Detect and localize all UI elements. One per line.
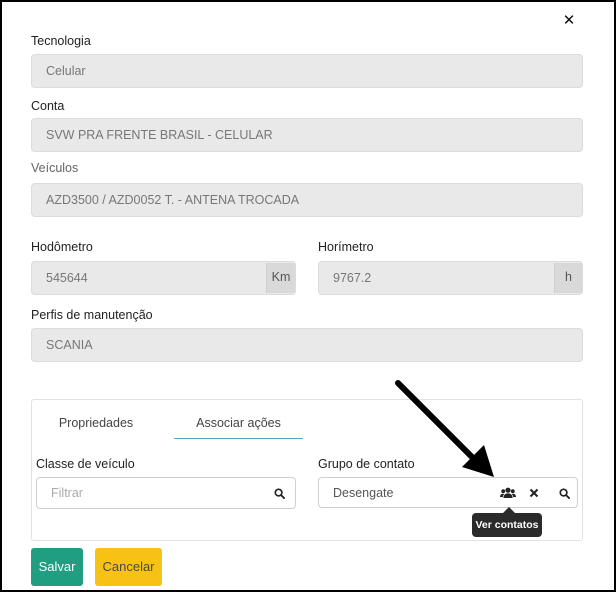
save-button[interactable]: Salvar (31, 548, 83, 586)
horimetro-field: 9767.2 (318, 261, 583, 295)
clear-icon[interactable] (523, 482, 545, 504)
users-icon[interactable] (497, 482, 519, 504)
tab-active-indicator (174, 438, 303, 439)
grupo-contato-label: Grupo de contato (318, 457, 415, 471)
hodometro-unit: Km (266, 263, 295, 293)
close-icon[interactable]: ✕ (560, 12, 578, 30)
veiculos-label: Veículos (31, 161, 79, 175)
classe-veiculo-placeholder: Filtrar (51, 486, 83, 500)
hodometro-field: 545644 (31, 261, 296, 295)
ver-contatos-tooltip: Ver contatos (472, 513, 542, 537)
hodometro-label: Hodômetro (31, 240, 93, 254)
search-icon[interactable] (553, 482, 575, 504)
tecnologia-label: Tecnologia (31, 34, 91, 48)
hodometro-value: 545644 (46, 271, 88, 285)
perfis-field: SCANIA (31, 328, 583, 362)
horimetro-unit: h (554, 263, 582, 293)
search-icon[interactable] (268, 482, 290, 504)
conta-label: Conta (31, 99, 65, 113)
classe-veiculo-input[interactable]: Filtrar (36, 477, 296, 509)
horimetro-value: 9767.2 (333, 271, 372, 285)
classe-veiculo-label: Classe de veículo (36, 457, 135, 471)
tab-propriedades[interactable]: Propriedades (46, 416, 146, 430)
conta-field: SVW PRA FRENTE BRASIL - CELULAR (31, 118, 583, 152)
veiculos-field: AZD3500 / AZD0052 T. - ANTENA TROCADA (31, 183, 583, 217)
horimetro-label: Horímetro (318, 240, 374, 254)
grupo-contato-value: Desengate (333, 486, 394, 500)
tab-associar-acoes[interactable]: Associar ações (174, 416, 303, 430)
tecnologia-field: Celular (31, 54, 583, 88)
perfis-label: Perfis de manutenção (31, 308, 153, 322)
cancel-button[interactable]: Cancelar (95, 548, 162, 586)
